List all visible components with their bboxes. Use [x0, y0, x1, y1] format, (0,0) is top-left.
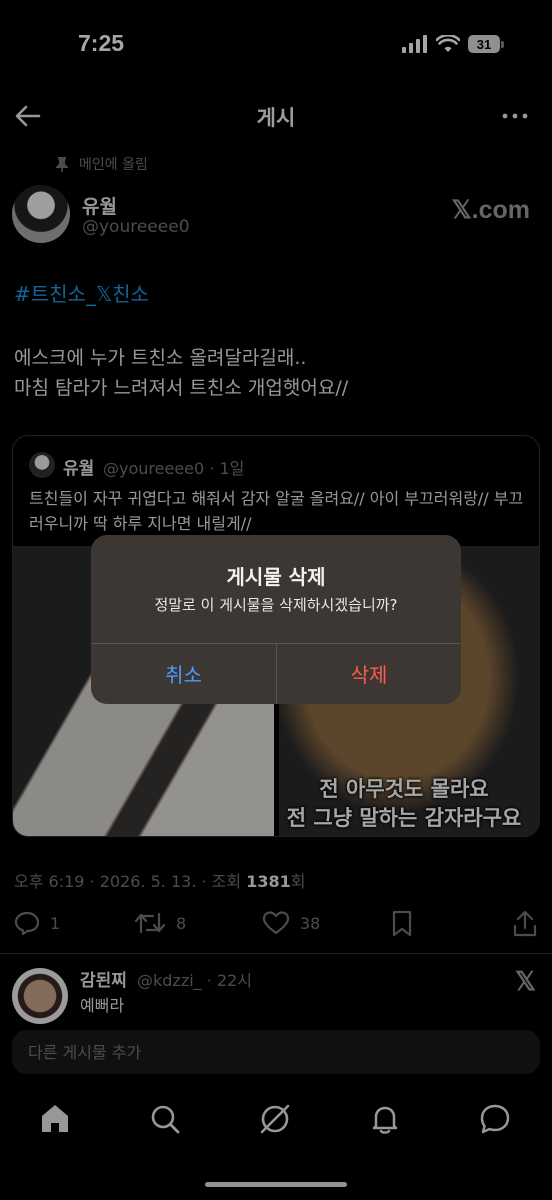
- delete-post-dialog: 게시물 삭제 정말로 이 게시물을 삭제하시겠습니까? 취소 삭제: [91, 535, 461, 704]
- dialog-message: 정말로 이 게시물을 삭제하시겠습니까?: [154, 596, 398, 614]
- delete-button[interactable]: 삭제: [277, 643, 461, 704]
- cancel-button[interactable]: 취소: [91, 643, 276, 704]
- dialog-title: 게시물 삭제: [226, 565, 326, 589]
